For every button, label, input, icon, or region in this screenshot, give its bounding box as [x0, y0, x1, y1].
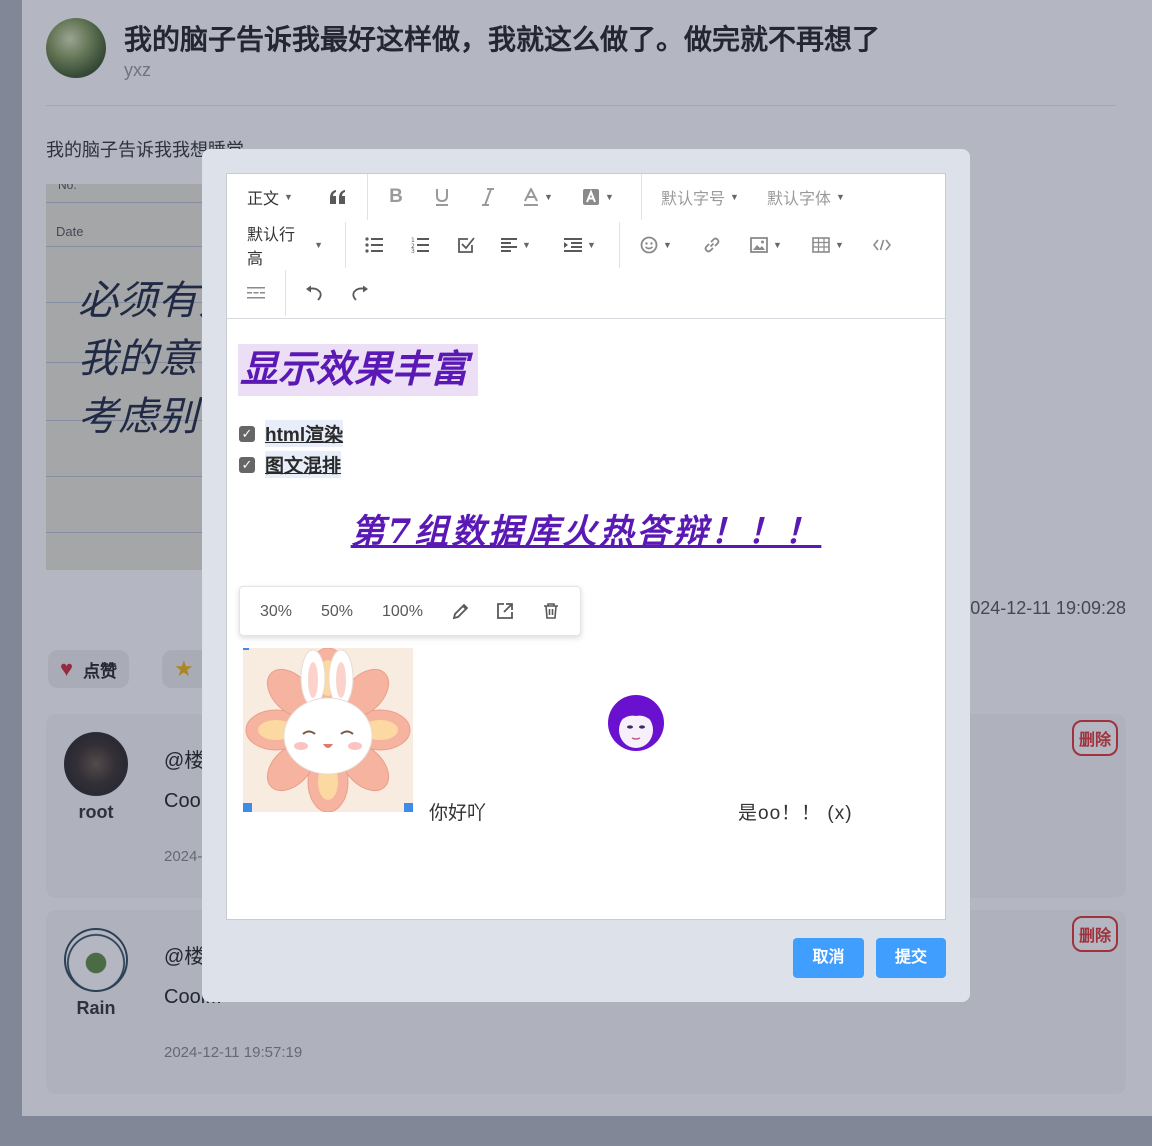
chevron-down-icon: ▼ — [835, 240, 844, 250]
table-icon — [812, 237, 830, 253]
chevron-down-icon: ▼ — [284, 192, 293, 202]
caption-text: 是oo！！ (x) — [738, 803, 853, 824]
undo-button[interactable] — [299, 278, 329, 308]
quote-button[interactable] — [323, 182, 353, 212]
table-button[interactable]: ▼ — [809, 230, 847, 260]
redo-icon — [352, 285, 368, 301]
todo-icon — [458, 237, 475, 253]
italic-icon — [482, 188, 494, 206]
divider-button[interactable] — [241, 278, 271, 308]
edit-post-dialog: 正文 ▼ B ▼ ▼ 默认字号 ▼ 默认字体 ▼ 默认行高 ▼ 1 2 3 ▼ … — [202, 149, 970, 1002]
chevron-down-icon: ▼ — [605, 192, 614, 202]
bg-color-icon — [583, 189, 600, 205]
divider-icon — [247, 287, 265, 299]
toolbar-divider — [345, 222, 346, 268]
chevron-down-icon: ▼ — [587, 240, 596, 250]
image-button[interactable]: ▼ — [747, 230, 785, 260]
todo-item: ✓ 图文混排 — [239, 451, 342, 478]
bg-color-button[interactable]: ▼ — [579, 182, 617, 212]
submit-button[interactable]: 提交 — [876, 938, 946, 978]
open-external-icon[interactable] — [496, 602, 514, 620]
link-button[interactable] — [697, 230, 727, 260]
line-height-select[interactable]: 默认行高 ▼ — [247, 227, 323, 268]
bold-icon: B — [389, 186, 403, 207]
resize-handle[interactable] — [243, 803, 252, 812]
image-size-30-button[interactable]: 30% — [260, 587, 292, 637]
image-size-100-button[interactable]: 100% — [382, 587, 423, 637]
trash-icon[interactable] — [542, 602, 560, 620]
underline-icon — [436, 189, 448, 206]
toolbar-divider — [641, 174, 642, 220]
emotion-button[interactable]: ▼ — [637, 230, 675, 260]
todo-button[interactable] — [451, 230, 481, 260]
svg-text:3: 3 — [411, 248, 415, 253]
cancel-button[interactable]: 取消 — [793, 938, 864, 978]
resize-handle[interactable] — [243, 648, 249, 650]
align-icon — [501, 238, 518, 252]
font-family-select[interactable]: 默认字体 ▼ — [767, 182, 845, 212]
align-button[interactable]: ▼ — [497, 230, 535, 260]
paragraph-select-label: 正文 — [247, 191, 280, 208]
font-size-label: 默认字号 — [661, 191, 726, 208]
hello-text: 你好吖 — [429, 803, 487, 824]
chevron-down-icon: ▼ — [730, 192, 739, 202]
font-color-button[interactable]: ▼ — [519, 182, 557, 212]
code-icon — [873, 239, 891, 251]
rich-text-editor: 正文 ▼ B ▼ ▼ 默认字号 ▼ 默认字体 ▼ 默认行高 ▼ 1 2 3 ▼ … — [226, 173, 946, 920]
paragraph-select[interactable]: 正文 ▼ — [245, 182, 295, 212]
bulleted-list-button[interactable] — [359, 230, 389, 260]
toolbar-divider — [367, 174, 368, 220]
link-icon — [704, 237, 720, 253]
todo-text: 图文混排 — [265, 451, 342, 478]
chevron-down-icon: ▼ — [663, 240, 672, 250]
chevron-down-icon: ▼ — [544, 192, 553, 202]
edit-pencil-icon[interactable] — [452, 602, 470, 620]
quote-icon — [330, 190, 345, 204]
chevron-down-icon: ▼ — [836, 192, 845, 202]
toolbar-divider — [285, 270, 286, 316]
toolbar-divider — [619, 222, 620, 268]
numbered-list-button[interactable]: 123 — [405, 230, 435, 260]
redo-button[interactable] — [345, 278, 375, 308]
font-size-select[interactable]: 默认字号 ▼ — [661, 182, 739, 212]
emotion-icon — [640, 236, 658, 254]
italic-button[interactable] — [473, 182, 503, 212]
font-family-label: 默认字体 — [767, 191, 832, 208]
line-height-label: 默认行高 — [247, 227, 296, 268]
indent-icon — [564, 238, 583, 252]
bunny-illustration — [245, 648, 411, 812]
code-button[interactable] — [867, 230, 897, 260]
editor-content[interactable]: 显示效果丰富 ✓ html渲染 ✓ 图文混排 第7组数据库火热答辩！！！ 30%… — [227, 320, 945, 919]
todo-item: ✓ html渲染 — [239, 420, 344, 447]
bunny-flower-image[interactable] — [243, 648, 413, 812]
resize-handle[interactable] — [404, 803, 413, 812]
chevron-down-icon: ▼ — [773, 240, 782, 250]
image-size-50-button[interactable]: 50% — [321, 587, 353, 637]
chevron-down-icon: ▼ — [522, 240, 531, 250]
indent-button[interactable]: ▼ — [561, 230, 599, 260]
content-banner: 第7组数据库火热答辩！！！ — [350, 512, 822, 552]
todo-text: html渲染 — [265, 420, 344, 447]
checked-checkbox-icon[interactable]: ✓ — [239, 456, 255, 473]
bold-button[interactable]: B — [381, 182, 411, 212]
content-heading: 显示效果丰富 — [238, 344, 479, 396]
chevron-down-icon: ▼ — [314, 240, 323, 250]
undo-icon — [306, 285, 322, 301]
bulleted-list-icon — [365, 237, 383, 253]
checked-checkbox-icon[interactable]: ✓ — [239, 425, 255, 442]
font-color-icon — [524, 188, 539, 206]
underline-button[interactable] — [427, 182, 457, 212]
girl-face-image[interactable] — [607, 694, 665, 752]
editor-toolbar: 正文 ▼ B ▼ ▼ 默认字号 ▼ 默认字体 ▼ 默认行高 ▼ 1 2 3 ▼ … — [227, 174, 945, 319]
numbered-list-icon: 123 — [411, 237, 429, 253]
image-icon — [750, 237, 768, 253]
image-hover-toolbar: 30% 50% 100% — [239, 586, 581, 636]
